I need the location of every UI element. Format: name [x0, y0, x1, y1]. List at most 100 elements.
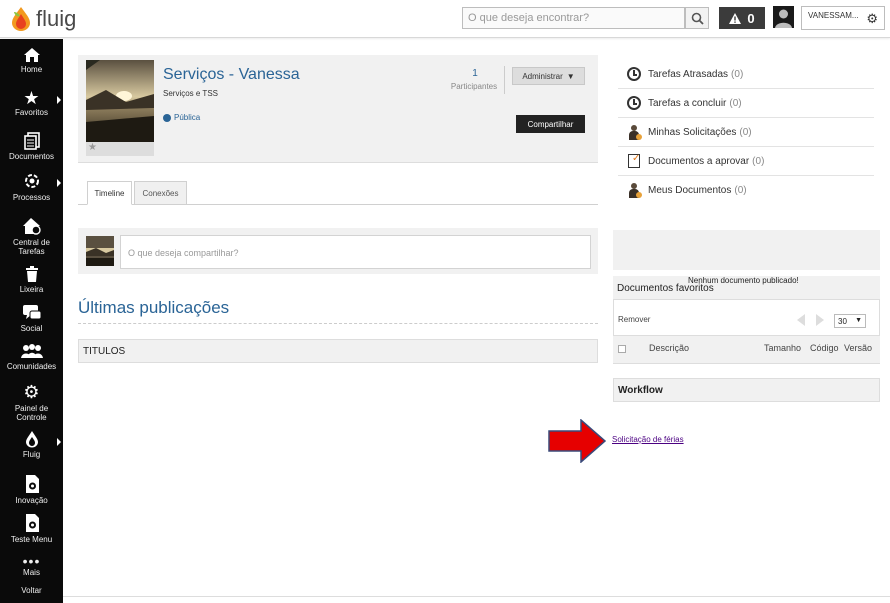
- alert-count: 0: [747, 10, 755, 26]
- column-header-descricao[interactable]: Descrição: [649, 343, 689, 353]
- chevron-right-icon: [57, 96, 61, 104]
- fluig-logo[interactable]: fluig: [9, 4, 76, 34]
- visibility-label: Pública: [163, 113, 200, 122]
- share-input[interactable]: O que deseja compartilhar?: [120, 235, 591, 269]
- share-button[interactable]: Compartilhar: [516, 115, 585, 133]
- sidebar-item-fluig[interactable]: Fluig: [0, 430, 63, 459]
- task-item-meus-documentos[interactable]: Meus Documentos (0): [618, 176, 874, 205]
- task-item-documentos-a-aprovar[interactable]: Documentos a aprovar (0): [618, 147, 874, 176]
- alerts-button[interactable]: 0: [719, 7, 765, 29]
- column-header-tamanho[interactable]: Tamanho: [764, 343, 801, 353]
- favorite-star-icon[interactable]: ★: [86, 142, 154, 156]
- top-header: fluig O que deseja encontrar? 0 VANESSAM…: [0, 0, 890, 38]
- search-button[interactable]: [685, 7, 709, 29]
- clock-icon: [627, 96, 641, 110]
- participants-label: Participantes: [450, 82, 498, 91]
- sidebar-item-label: Processos: [12, 193, 51, 202]
- trash-icon: [25, 266, 38, 282]
- sidebar-item-social[interactable]: Social: [0, 304, 63, 333]
- column-header-versao[interactable]: Versão: [844, 343, 872, 353]
- admin-button-label: Administrar: [522, 71, 563, 81]
- red-arrow-annotation-icon: [548, 419, 606, 463]
- footer-divider: [63, 596, 890, 597]
- sidebar-item-teste-menu[interactable]: Teste Menu: [0, 513, 63, 544]
- sidebar-item-painel-de-controle[interactable]: ⚙ Painel de Controle: [0, 382, 63, 422]
- participants-count[interactable]: 1: [450, 68, 500, 79]
- task-count: (0): [739, 126, 752, 138]
- sidebar-item-label: Comunidades: [6, 362, 57, 371]
- task-center-icon: [22, 218, 41, 235]
- previous-page-icon[interactable]: [797, 314, 805, 326]
- chevron-right-icon: [57, 179, 61, 187]
- task-count: (0): [731, 68, 744, 80]
- empty-widget: [613, 230, 880, 270]
- workflow-widget-title: Workflow: [613, 378, 880, 402]
- sidebar-item-processos[interactable]: Processos: [0, 171, 63, 202]
- sidebar-item-label: Lixeira: [19, 285, 44, 294]
- titles-section: TITULOS: [78, 339, 598, 363]
- task-item-minhas-solicitacoes[interactable]: Minhas Solicitações (0): [618, 118, 874, 147]
- sidebar-item-lixeira[interactable]: Lixeira: [0, 266, 63, 294]
- fluig-icon: [25, 431, 38, 448]
- task-label: Meus Documentos: [648, 185, 732, 196]
- brand-name: fluig: [36, 6, 77, 31]
- task-label: Tarefas a concluir: [648, 97, 727, 109]
- admin-button[interactable]: Administrar ▼: [512, 67, 585, 85]
- processes-icon: [24, 174, 39, 188]
- task-count: (0): [734, 185, 747, 196]
- sidebar-item-label: Teste Menu: [10, 535, 53, 544]
- caret-down-icon: ▼: [566, 71, 575, 81]
- document-approve-icon: [628, 153, 640, 168]
- page-size-select[interactable]: 30 ▼: [834, 314, 866, 328]
- task-count: (0): [729, 97, 742, 109]
- task-label: Tarefas Atrasadas: [648, 68, 729, 80]
- next-page-icon[interactable]: [816, 314, 824, 326]
- select-all-checkbox[interactable]: [618, 345, 626, 353]
- gear-icon[interactable]: ⚙: [866, 11, 878, 27]
- sidebar-item-documentos[interactable]: Documentos: [0, 132, 63, 161]
- tab-timeline[interactable]: Timeline: [87, 181, 132, 205]
- sidebar-item-label: Social: [20, 324, 43, 333]
- user-name: VANESSAM...: [808, 11, 859, 20]
- innovation-icon: [25, 475, 39, 493]
- sidebar-item-favoritos[interactable]: ★ Favoritos: [0, 88, 63, 117]
- avatar-silhouette-icon: [773, 6, 794, 28]
- tab-conexoes[interactable]: Conexões: [134, 181, 187, 205]
- sidebar-item-label: Documentos: [9, 152, 54, 161]
- user-avatar[interactable]: [773, 6, 794, 28]
- globe-icon: [163, 113, 171, 122]
- communities-icon: [20, 344, 43, 358]
- sidebar-item-label: Fluig: [22, 450, 41, 459]
- favorite-documents-empty: Nenhum documento publicado!: [688, 276, 799, 285]
- task-item-tarefas-atrasadas[interactable]: Tarefas Atrasadas (0): [618, 60, 874, 89]
- search-icon: [691, 12, 704, 25]
- remove-button[interactable]: Remover: [618, 315, 650, 324]
- sidebar-item-label: Home: [20, 65, 43, 74]
- community-landscape-image: [86, 60, 154, 142]
- dashed-divider: [78, 323, 598, 324]
- sidebar-item-central-de-tarefas[interactable]: Central de Tarefas: [0, 216, 63, 256]
- user-menu[interactable]: VANESSAM... ⚙: [801, 6, 885, 30]
- sidebar-item-inovacao[interactable]: Inovação: [0, 474, 63, 505]
- task-label: Documentos a aprovar: [648, 155, 750, 167]
- task-item-tarefas-a-concluir[interactable]: Tarefas a concluir (0): [618, 89, 874, 118]
- chevron-right-icon: [57, 438, 61, 446]
- sidebar-item-label: Favoritos: [15, 108, 48, 117]
- warning-icon: [729, 12, 742, 24]
- task-count: (0): [752, 155, 765, 167]
- sidebar-item-mais[interactable]: ••• Mais: [0, 554, 63, 577]
- sidebar-item-home[interactable]: Home: [0, 47, 63, 74]
- sidebar-item-voltar[interactable]: Voltar: [0, 586, 63, 595]
- fluig-logo-icon: [12, 7, 30, 31]
- vacation-request-link[interactable]: Solicitação de férias: [612, 435, 684, 444]
- sidebar-item-comunidades[interactable]: Comunidades: [0, 344, 63, 371]
- sidebar-item-label: Inovação: [15, 496, 48, 505]
- column-header-codigo[interactable]: Código: [810, 343, 839, 353]
- gear-icon: ⚙: [23, 382, 40, 402]
- chat-icon: [22, 305, 41, 320]
- search-input[interactable]: O que deseja encontrar?: [462, 7, 685, 29]
- latest-posts-heading: Últimas publicações: [78, 298, 230, 317]
- home-icon: [23, 48, 40, 62]
- documents-icon: [23, 132, 40, 150]
- community-title[interactable]: Serviços - Vanessa: [163, 66, 300, 84]
